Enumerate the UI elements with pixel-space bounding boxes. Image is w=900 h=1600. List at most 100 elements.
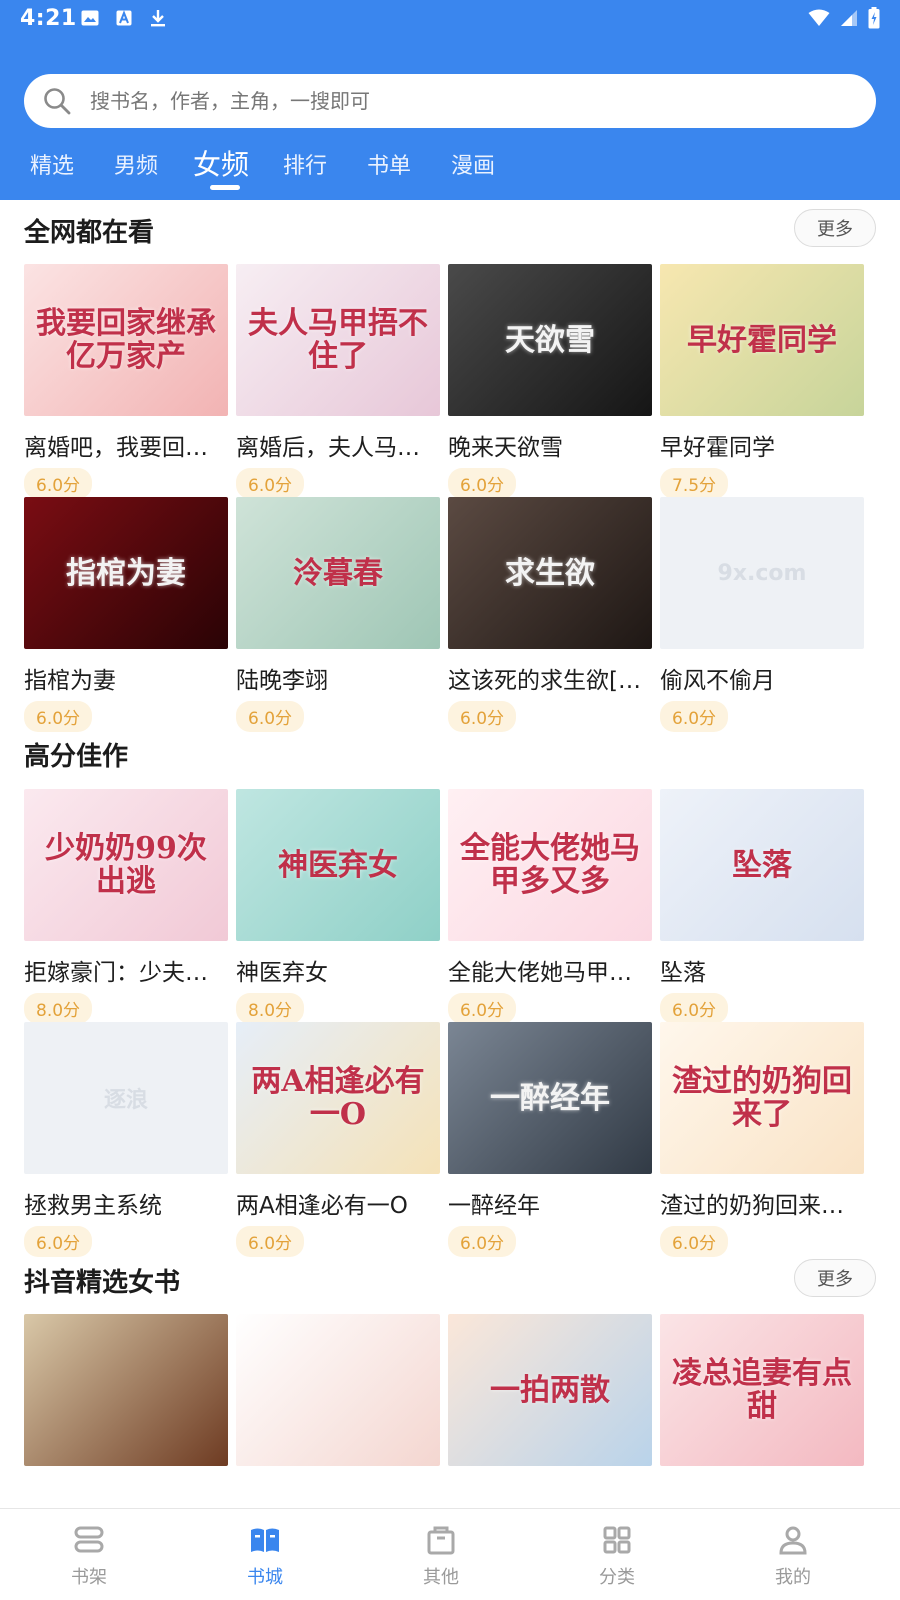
status-bar: 4:21 <box>0 0 900 38</box>
cover-title-text: 泠暮春 <box>293 555 383 591</box>
tab-male[interactable]: 男频 <box>114 148 158 180</box>
nav-category[interactable]: 分类 <box>577 1523 657 1589</box>
book-cover[interactable]: 神医弃女 <box>236 789 440 941</box>
search-bar[interactable] <box>24 74 876 128</box>
book-card[interactable]: 凌总追妻有点甜 <box>660 1314 864 1466</box>
book-title: 神医弃女 <box>236 960 328 986</box>
score-badge: 6.0分 <box>660 701 729 732</box>
more-button[interactable]: 更多 <box>794 1259 876 1297</box>
book-cover[interactable]: 指棺为妻 <box>24 497 228 649</box>
book-cover[interactable]: 凌总追妻有点甜 <box>660 1314 864 1466</box>
image-icon <box>80 8 100 28</box>
nav-bookshelf[interactable]: 书架 <box>49 1523 129 1589</box>
book-card[interactable]: 天欲雪晚来天欲雪 6.0分 <box>448 264 652 499</box>
book-title: 拯救男主系统 <box>24 1193 162 1219</box>
book-card[interactable]: 坠落 坠落 6.0分 <box>660 789 864 1024</box>
book-card[interactable]: 泠暮春 陆晚李翊 6.0分 <box>236 497 440 732</box>
cover-title-text: 夫人马甲捂不住了 <box>248 306 428 374</box>
book-card[interactable]: 一拍两散 <box>448 1314 652 1466</box>
bookstore-content[interactable]: 全网都在看 更多 高分佳作 抖音精选女书 更多 我要回家继承亿万家产 离婚吧，我要… <box>0 200 900 1508</box>
book-title: 坠落 <box>660 960 706 986</box>
book-card[interactable]: 指棺为妻 指棺为妻 6.0分 <box>24 497 228 732</box>
section-title: 抖音精选女书 <box>24 1268 181 1298</box>
book-card[interactable]: 夫人马甲捂不住了 离婚后，夫人马… 6.0分 <box>236 264 440 499</box>
book-card[interactable]: 神医弃女 神医弃女 8.0分 <box>236 789 440 1024</box>
book-cover[interactable]: 早好霍同学 <box>660 264 864 416</box>
nav-other[interactable]: 其他 <box>401 1523 481 1589</box>
cover-title-text: 天欲雪 <box>505 322 595 358</box>
book-title: 两A相逢必有一O <box>236 1193 408 1219</box>
book-card[interactable]: 少奶奶99次出逃拒嫁豪门：少夫… 8.0分 <box>24 789 228 1024</box>
cover-title-text: 神医弃女 <box>278 847 398 883</box>
book-cover[interactable]: 少奶奶99次出逃 <box>24 789 228 941</box>
book-cover[interactable]: 坠落 <box>660 789 864 941</box>
book-cover[interactable]: 全能大佬她马甲多又多 <box>448 789 652 941</box>
a-letter-icon <box>114 8 134 28</box>
score-badge: 6.0分 <box>448 993 517 1024</box>
cover-title-text: 逐浪 <box>103 1088 148 1113</box>
book-title: 全能大佬她马甲… <box>448 960 632 986</box>
tab-comics[interactable]: 漫画 <box>451 148 495 180</box>
book-card[interactable] <box>24 1314 228 1466</box>
book-cover[interactable]: 一醉经年 <box>448 1022 652 1174</box>
book-cover[interactable]: 渣过的奶狗回来了 <box>660 1022 864 1174</box>
cover-title-text: 少奶奶99次出逃 <box>45 831 207 899</box>
book-cover[interactable]: 一拍两散 <box>448 1314 652 1466</box>
cover-title-text: 凌总追妻有点甜 <box>672 1356 852 1424</box>
cover-title-text: 两A相逢必有一O <box>251 1064 425 1132</box>
score-badge: 6.0分 <box>660 993 729 1024</box>
book-title: 指棺为妻 <box>24 668 116 694</box>
book-title: 陆晚李翊 <box>236 668 328 694</box>
cover-title-text: 渣过的奶狗回来了 <box>672 1064 852 1132</box>
book-card[interactable]: 两A相逢必有一O 两A相逢必有一O 6.0分 <box>236 1022 440 1257</box>
book-card[interactable]: 全能大佬她马甲多又多全能大佬她马甲… 6.0分 <box>448 789 652 1024</box>
search-input[interactable] <box>90 89 790 113</box>
book-title: 拒嫁豪门：少夫… <box>24 960 208 986</box>
book-cover[interactable]: 逐浪 <box>24 1022 228 1174</box>
score-badge: 8.0分 <box>24 993 93 1024</box>
section-title: 全网都在看 <box>24 218 155 248</box>
nav-profile[interactable]: 我的 <box>753 1523 833 1589</box>
battery-icon <box>868 7 880 33</box>
book-cover[interactable]: 两A相逢必有一O <box>236 1022 440 1174</box>
book-card[interactable]: 我要回家继承亿万家产 离婚吧，我要回… 6.0分 <box>24 264 228 499</box>
tab-booklist[interactable]: 书单 <box>367 148 411 180</box>
book-cover[interactable] <box>236 1314 440 1466</box>
book-cover[interactable]: 天欲雪 <box>448 264 652 416</box>
signal-icon <box>840 9 858 31</box>
book-card[interactable]: 9x.com 偷风不偷月 6.0分 <box>660 497 864 732</box>
book-cover[interactable]: 9x.com <box>660 497 864 649</box>
wifi-icon <box>808 9 830 31</box>
grid-icon <box>603 1526 631 1554</box>
book-card[interactable] <box>236 1314 440 1466</box>
score-badge: 6.0分 <box>236 468 305 499</box>
book-cover[interactable]: 求生欲 <box>448 497 652 649</box>
tab-female[interactable]: 女频 <box>193 143 249 183</box>
book-cover[interactable]: 夫人马甲捂不住了 <box>236 264 440 416</box>
book-title: 晚来天欲雪 <box>448 435 563 461</box>
book-card[interactable]: 早好霍同学 早好霍同学 7.5分 <box>660 264 864 499</box>
book-title: 早好霍同学 <box>660 435 775 461</box>
book-card[interactable]: 渣过的奶狗回来了 渣过的奶狗回来… 6.0分 <box>660 1022 864 1257</box>
nav-bookstore[interactable]: 书城 <box>225 1523 305 1589</box>
book-card[interactable]: 求生欲这该死的求生欲[… 6.0分 <box>448 497 652 732</box>
book-cover[interactable]: 泠暮春 <box>236 497 440 649</box>
score-badge: 6.0分 <box>448 468 517 499</box>
tab-selected[interactable]: 精选 <box>30 148 74 180</box>
cover-title-text: 坠落 <box>732 847 792 883</box>
score-badge: 6.0分 <box>448 1226 517 1257</box>
score-badge: 6.0分 <box>660 1226 729 1257</box>
bottom-nav: 书架 书城 其他 分类 我的 <box>0 1508 900 1600</box>
search-icon <box>44 88 71 115</box>
book-cover[interactable]: 我要回家继承亿万家产 <box>24 264 228 416</box>
more-button[interactable]: 更多 <box>794 209 876 247</box>
tab-ranking[interactable]: 排行 <box>283 148 327 180</box>
book-card[interactable]: 逐浪 拯救男主系统 6.0分 <box>24 1022 228 1257</box>
book-cover[interactable] <box>24 1314 228 1466</box>
status-time: 4:21 <box>20 6 77 31</box>
score-badge: 6.0分 <box>448 701 517 732</box>
book-title: 这该死的求生欲[… <box>448 668 641 694</box>
score-badge: 7.5分 <box>660 468 729 499</box>
system-status-icons <box>808 7 880 33</box>
book-card[interactable]: 一醉经年 一醉经年 6.0分 <box>448 1022 652 1257</box>
